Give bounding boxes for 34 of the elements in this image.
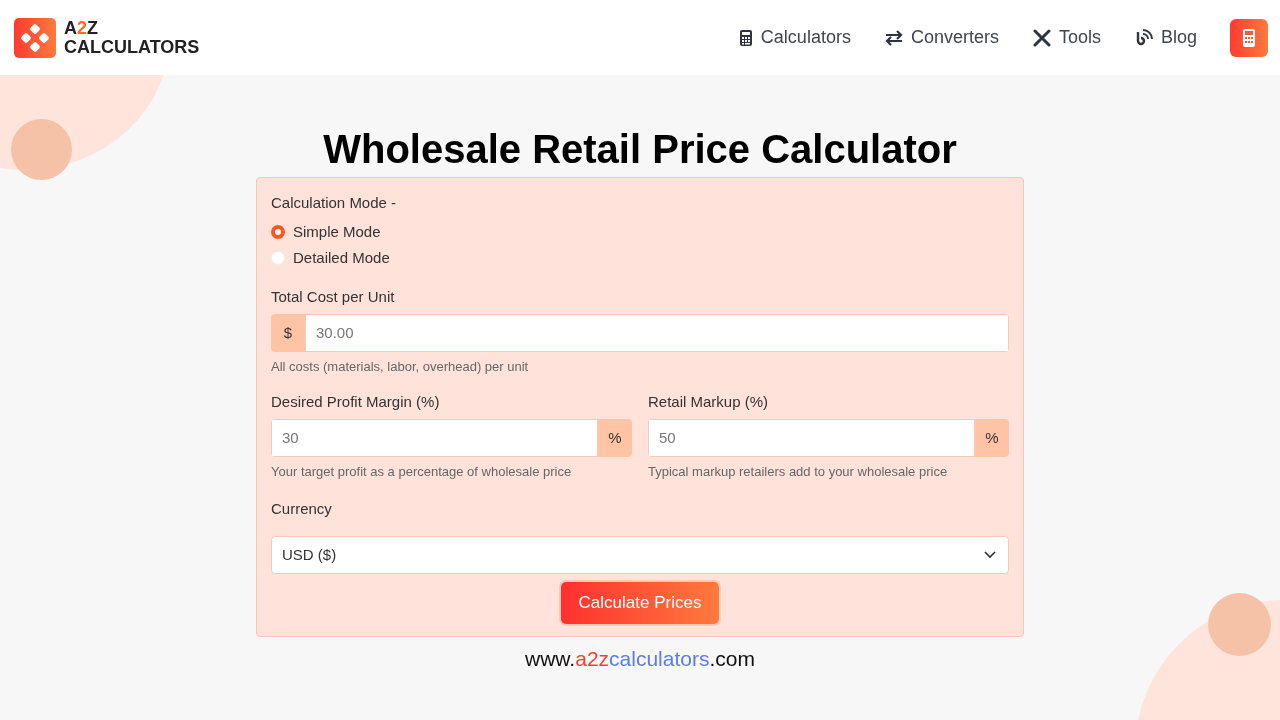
website-url: www.a2zcalculators.com <box>525 646 755 670</box>
nav-link[interactable]: Converters <box>884 24 999 51</box>
help-text: Typical markup retailers add to your wholesale price <box>648 463 949 481</box>
radio-label: Simple Mode <box>293 221 381 242</box>
logo-text: A2Z <box>64 18 99 38</box>
calculator-button[interactable] <box>1230 18 1268 57</box>
swap-arrows-icon <box>884 29 903 46</box>
page-title: Wholesale Retail Price Calculator <box>323 126 957 173</box>
chevron-down-icon <box>984 551 996 559</box>
nav-link[interactable]: Blog <box>1134 24 1197 51</box>
percent-input[interactable]: 50 <box>648 419 975 457</box>
logo-icon <box>14 17 56 58</box>
field-label: Desired Profit Margin (%) <box>271 391 441 412</box>
suffix-addon: % <box>598 419 632 457</box>
percent-input[interactable]: 30 <box>271 419 598 457</box>
calculator-icon <box>1242 27 1256 48</box>
field-label: Calculation Mode - <box>271 193 398 213</box>
nav-link[interactable]: Calculators <box>738 24 851 51</box>
radio-label: Detailed Mode <box>293 248 390 268</box>
suffix-addon: % <box>975 419 1009 457</box>
help-text: Your target profit as a percentage of wholesale price <box>271 463 573 481</box>
cost-input[interactable]: 30.00 <box>305 314 1009 352</box>
select-value: USD ($) <box>282 544 337 565</box>
currency-select[interactable]: USD ($) <box>271 536 1009 574</box>
radio-button[interactable] <box>271 224 285 239</box>
help-text: All costs (materials, labor, overhead) per unit <box>271 358 530 376</box>
field-label: Currency <box>271 498 333 519</box>
logo-text: CALCULATORS <box>64 37 200 57</box>
feed-icon <box>1134 28 1153 47</box>
nav-link[interactable]: Tools <box>1032 24 1101 51</box>
field-label: Retail Markup (%) <box>648 391 770 412</box>
field-label: Total Cost per Unit <box>271 286 396 307</box>
prefix-addon: $ <box>271 314 305 352</box>
calculator-icon <box>738 28 753 47</box>
